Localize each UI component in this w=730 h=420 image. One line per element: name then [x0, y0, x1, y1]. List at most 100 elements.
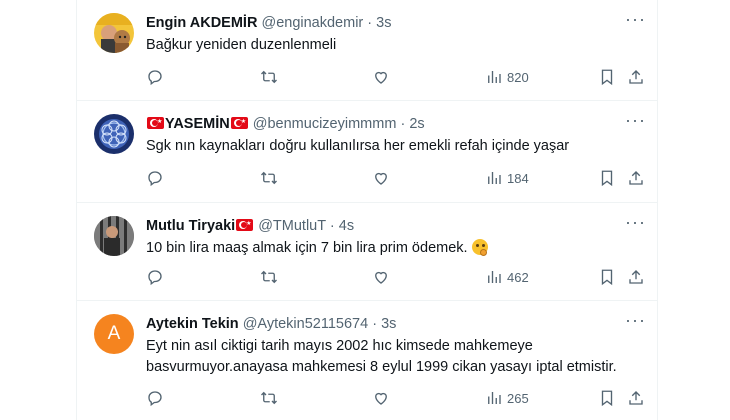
like-icon: [375, 172, 387, 185]
like-button[interactable]: [372, 168, 390, 188]
bookmark-icon: [601, 69, 613, 86]
reply-button[interactable]: [146, 168, 164, 188]
reply-button[interactable]: [146, 267, 164, 287]
reply-button[interactable]: [146, 67, 164, 87]
share-button[interactable]: [627, 388, 645, 408]
tweet-header: Aytekin Tekin @Aytekin52115674 · 3s: [146, 314, 396, 334]
avatar-photo: [94, 216, 134, 256]
display-name[interactable]: Engin AKDEMİR: [146, 15, 257, 31]
retweet-button[interactable]: [260, 267, 278, 287]
display-name[interactable]: Aytekin Tekin: [146, 316, 239, 332]
share-icon: [629, 391, 643, 405]
thinking-face-emoji-icon: [471, 239, 488, 256]
timestamp[interactable]: 2s: [409, 116, 424, 132]
more-icon[interactable]: ···: [625, 213, 645, 235]
bookmark-icon: [601, 390, 613, 407]
like-button[interactable]: [372, 388, 390, 408]
tweet-feed: Engin AKDEMİR @enginakdemir · 3s ··· Bağ…: [76, 0, 658, 420]
tweet-actions: 184: [77, 168, 657, 188]
views-button[interactable]: 820: [485, 67, 529, 87]
reply-button[interactable]: [146, 388, 164, 408]
views-button[interactable]: 462: [485, 267, 529, 287]
separator: ·: [329, 218, 335, 234]
views-button[interactable]: 184: [485, 168, 529, 188]
retweet-icon: [261, 391, 277, 405]
retweet-button[interactable]: [260, 168, 278, 188]
user-handle[interactable]: @benmucizeyimmmm: [253, 116, 397, 132]
avatar[interactable]: A: [94, 314, 134, 354]
share-button[interactable]: [627, 168, 645, 188]
tweet[interactable]: Engin AKDEMİR @enginakdemir · 3s ··· Bağ…: [77, 0, 657, 101]
bookmark-icon: [601, 170, 613, 187]
timestamp[interactable]: 4s: [339, 218, 354, 234]
views-button[interactable]: 265: [485, 388, 529, 408]
tweet-header: ★ YASEMİN ★ @benmucizeyimmmm · 2s: [146, 114, 425, 134]
avatar-photo: [94, 114, 134, 154]
reply-icon: [148, 391, 162, 407]
tweet-text: Eyt nin asıl ciktigi tarih mayıs 2002 hı…: [146, 338, 617, 375]
tweet-text: Sgk nın kaynakları doğru kullanılırsa he…: [146, 138, 570, 154]
bookmark-button[interactable]: [598, 388, 616, 408]
share-icon: [629, 171, 643, 185]
separator: ·: [400, 116, 406, 132]
views-icon: [488, 71, 501, 83]
display-name[interactable]: Mutlu Tiryaki: [146, 218, 235, 234]
tweet[interactable]: A Aytekin Tekin @Aytekin52115674 · 3s ··…: [77, 301, 657, 420]
reply-icon: [148, 270, 162, 286]
turkey-flag-icon: ★: [236, 219, 254, 231]
more-icon[interactable]: ···: [625, 111, 645, 133]
view-count: 184: [507, 170, 529, 186]
share-icon: [629, 270, 643, 284]
timestamp[interactable]: 3s: [381, 316, 396, 332]
more-icon[interactable]: ···: [625, 311, 645, 333]
like-button[interactable]: [372, 267, 390, 287]
timestamp[interactable]: 3s: [376, 15, 391, 31]
view-count: 462: [507, 269, 529, 285]
view-count: 820: [507, 69, 529, 85]
separator: ·: [372, 316, 378, 332]
avatar[interactable]: [94, 114, 134, 154]
like-icon: [375, 71, 387, 84]
tweet-actions: 265: [77, 388, 657, 408]
tweet-text: Bağkur yeniden duzenlenmeli: [146, 37, 337, 53]
tweet-actions: 462: [77, 267, 657, 287]
avatar-photo: [94, 13, 134, 53]
avatar[interactable]: [94, 216, 134, 256]
tweet-actions: 820: [77, 67, 657, 87]
view-count: 265: [507, 390, 529, 406]
turkey-flag-icon: ★: [147, 117, 164, 129]
avatar[interactable]: [94, 13, 134, 53]
tweet-header: Engin AKDEMİR @enginakdemir · 3s: [146, 13, 391, 33]
views-icon: [488, 271, 501, 283]
tweet-text: 10 bin lira maaş almak için 7 bin lira p…: [146, 240, 468, 256]
like-icon: [375, 271, 387, 284]
share-button[interactable]: [627, 267, 645, 287]
retweet-icon: [261, 70, 277, 84]
more-icon[interactable]: ···: [625, 10, 645, 32]
reply-icon: [148, 70, 162, 86]
separator: ·: [367, 15, 373, 31]
share-icon: [629, 70, 643, 84]
user-handle[interactable]: @TMutluT: [258, 218, 326, 234]
retweet-button[interactable]: [260, 388, 278, 408]
display-name[interactable]: YASEMİN: [165, 116, 230, 132]
tweet-text-container: 10 bin lira maaş almak için 7 bin lira p…: [146, 238, 646, 259]
retweet-icon: [261, 270, 277, 284]
reply-icon: [148, 171, 162, 187]
bookmark-icon: [601, 269, 613, 286]
tweet-header: Mutlu Tiryaki ★ @TMutluT · 4s: [146, 216, 354, 236]
like-icon: [375, 392, 387, 405]
bookmark-button[interactable]: [598, 267, 616, 287]
views-icon: [488, 392, 501, 404]
tweet[interactable]: ★ YASEMİN ★ @benmucizeyimmmm · 2s ··· Sgk …: [77, 101, 657, 203]
share-button[interactable]: [627, 67, 645, 87]
retweet-icon: [261, 171, 277, 185]
like-button[interactable]: [372, 67, 390, 87]
bookmark-button[interactable]: [598, 168, 616, 188]
user-handle[interactable]: @enginakdemir: [261, 15, 363, 31]
user-handle[interactable]: @Aytekin52115674: [243, 316, 368, 332]
retweet-button[interactable]: [260, 67, 278, 87]
views-icon: [488, 172, 501, 184]
tweet[interactable]: Mutlu Tiryaki ★ @TMutluT · 4s ··· 10 bin …: [77, 203, 657, 301]
bookmark-button[interactable]: [598, 67, 616, 87]
